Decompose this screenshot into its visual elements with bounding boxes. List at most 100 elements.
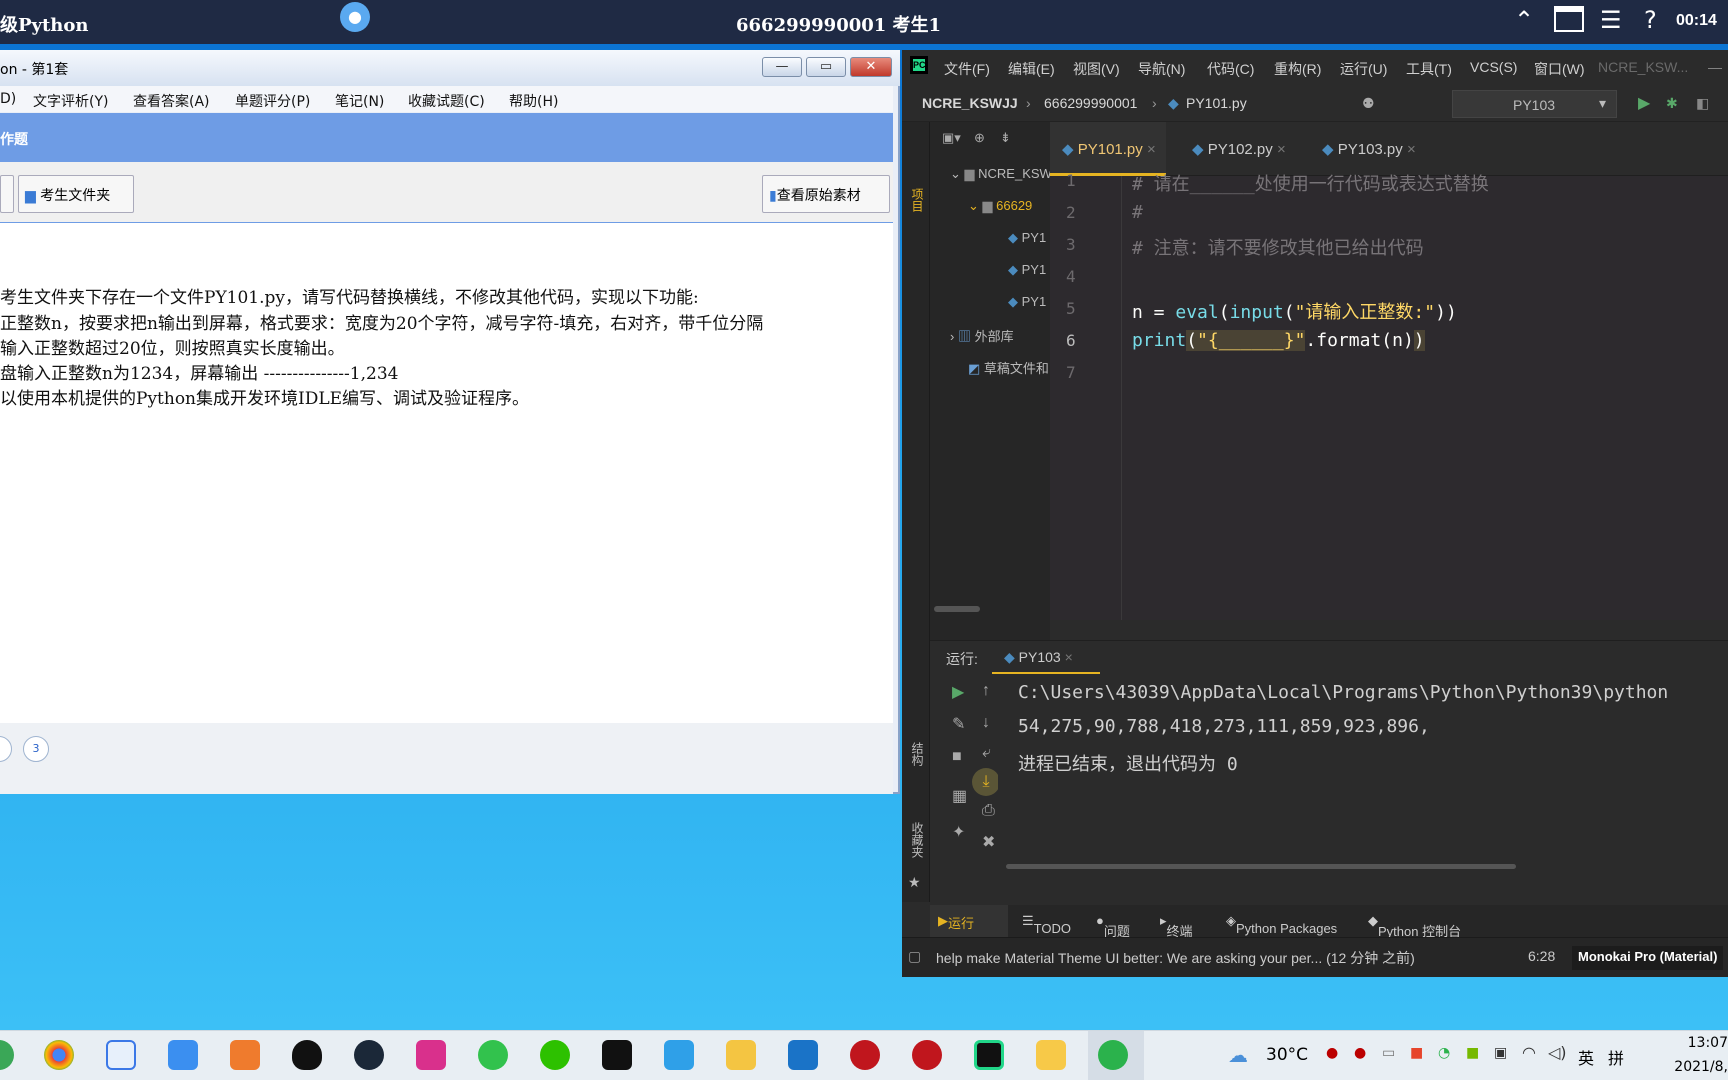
weather-temp[interactable]: 30°C — [1266, 1045, 1308, 1065]
code-editor[interactable]: 1 2 3 4 5 6 7 # 请在______处使用一行代码或表达式替换 # … — [1050, 171, 1728, 620]
stop-icon[interactable]: ■ — [952, 748, 962, 766]
office-icon[interactable] — [230, 1040, 260, 1070]
menu-tools[interactable]: 工具(T) — [1406, 59, 1452, 79]
locate-icon[interactable]: ⊕ — [974, 130, 985, 146]
scroll-to-end-icon[interactable]: ⤓ — [972, 768, 1000, 796]
breadcrumb-project[interactable]: NCRE_KSWJJ — [922, 95, 1018, 111]
wifi-icon[interactable]: ◠ — [1522, 1043, 1536, 1062]
scroll-up-icon[interactable]: ↑ — [982, 682, 990, 700]
wechat-icon[interactable] — [540, 1040, 570, 1070]
steam-icon[interactable] — [354, 1040, 384, 1070]
trash-icon[interactable]: ✖ — [982, 832, 995, 852]
menu-vcs[interactable]: VCS(S) — [1470, 59, 1517, 75]
tree-folder-item[interactable]: ⌄ ▆ 66629 — [968, 198, 1032, 214]
menu-item[interactable]: D) — [0, 91, 16, 107]
run-console[interactable]: C:\Users\43039\AppData\Local\Programs\Py… — [998, 674, 1728, 904]
tab-py101[interactable]: ◆ PY101.py × — [1050, 122, 1166, 176]
app-icon[interactable] — [0, 1040, 14, 1070]
tree-external-libs[interactable]: › ▥ 外部库 — [950, 326, 1014, 345]
tray-record-icon[interactable]: ● — [1326, 1045, 1338, 1061]
account-icon[interactable]: ⚉ — [1362, 95, 1375, 112]
tray-monitor-icon[interactable]: ▣ — [1494, 1045, 1507, 1061]
pycharm-taskbar-icon[interactable] — [974, 1040, 1004, 1070]
wrench-icon[interactable]: ✎ — [952, 714, 965, 734]
view-material-button[interactable]: ▮查看原始素材 — [762, 175, 890, 213]
close-tab-icon[interactable]: × — [1065, 649, 1073, 665]
send-icon[interactable] — [416, 1040, 446, 1070]
close-tab-icon[interactable]: × — [1147, 141, 1156, 158]
layout-icon[interactable]: ▦ — [952, 786, 967, 806]
close-tab-icon[interactable]: × — [1277, 141, 1286, 158]
profile-icon[interactable]: ◧ — [1696, 95, 1709, 112]
maximize-button[interactable]: ▭ — [806, 57, 846, 77]
tray-record-icon[interactable]: ● — [1354, 1045, 1366, 1061]
soft-wrap-icon[interactable]: ⤶ — [982, 744, 991, 762]
tab-py103[interactable]: ◆ PY103.py × — [1310, 122, 1426, 176]
note-icon[interactable] — [788, 1040, 818, 1070]
chrome-icon[interactable] — [44, 1040, 74, 1070]
pinwheel-icon[interactable] — [106, 1040, 136, 1070]
bottom-tab-terminal[interactable]: ▸ 终端 — [1160, 913, 1193, 939]
menu-edit[interactable]: 编辑(E) — [1008, 59, 1055, 79]
project-tool-tab[interactable]: 项目 — [909, 188, 926, 212]
page-button[interactable] — [0, 736, 12, 762]
tree-file-item[interactable]: ◆ PY1 — [1008, 294, 1046, 310]
music-icon[interactable] — [478, 1040, 508, 1070]
tree-scratch-item[interactable]: ◩ 草稿文件和 — [968, 358, 1049, 377]
python-idle-icon[interactable] — [726, 1040, 756, 1070]
breadcrumb-folder[interactable]: 666299990001 — [1044, 95, 1137, 111]
ime-pinyin[interactable]: 拼 — [1608, 1045, 1624, 1069]
record-icon[interactable] — [850, 1040, 880, 1070]
menu-item-view-answer[interactable]: 查看答案(A) — [133, 91, 210, 111]
epic-games-icon[interactable] — [602, 1040, 632, 1070]
checklist-icon[interactable]: ☰ — [1600, 6, 1622, 34]
tree-root-item[interactable]: ⌄ ▆ NCRE_KSW — [950, 166, 1052, 182]
clock-time[interactable]: 13:07 — [1664, 1035, 1728, 1051]
bottom-tab-problems[interactable]: ● 问题 — [1096, 913, 1130, 939]
run-icon[interactable]: ▶ — [1638, 93, 1650, 113]
menu-item-favorites[interactable]: 收藏试题(C) — [408, 91, 485, 111]
menu-item-text-review[interactable]: 文字评析(Y) — [33, 91, 108, 111]
qq-icon[interactable] — [292, 1040, 322, 1070]
bottom-tab-console[interactable]: ◆ Python 控制台 — [1368, 913, 1461, 939]
breadcrumb-file[interactable]: PY101.py — [1186, 95, 1247, 111]
menu-run[interactable]: 运行(U) — [1340, 59, 1387, 79]
tree-file-item[interactable]: ◆ PY1 — [1008, 262, 1046, 278]
scroll-down-icon[interactable]: ↓ — [982, 714, 990, 732]
menu-item-notes[interactable]: 笔记(N) — [335, 91, 384, 111]
print-icon[interactable]: ⎙ — [982, 802, 995, 820]
tab-py102[interactable]: ◆ PY102.py × — [1180, 122, 1296, 176]
user-avatar-icon[interactable]: ● — [340, 2, 370, 32]
page-button-current[interactable]: 3 — [23, 736, 49, 762]
run-tab-py103[interactable]: ◆ PY103 × — [992, 641, 1100, 675]
caret-position[interactable]: 6:28 — [1528, 948, 1555, 964]
run-config-select[interactable]: PY103 ▾ — [1452, 90, 1617, 118]
menu-item-help[interactable]: 帮助(H) — [509, 91, 558, 111]
bottom-tab-todo[interactable]: ☰ TODO — [1022, 913, 1071, 936]
file-explorer-icon[interactable] — [1036, 1040, 1066, 1070]
play-icon[interactable] — [664, 1040, 694, 1070]
project-view-icon[interactable]: ▣▾ — [942, 130, 961, 146]
volume-icon[interactable]: ◁) — [1548, 1043, 1567, 1062]
menu-refactor[interactable]: 重构(R) — [1274, 59, 1321, 79]
candidate-folder-button[interactable]: ▆ 考生文件夹 — [18, 175, 134, 213]
browser-c-icon[interactable] — [168, 1040, 198, 1070]
favorites-tool-tab[interactable]: 收藏夹 — [909, 822, 926, 858]
tree-scrollbar[interactable] — [934, 606, 980, 612]
status-toggle-icon[interactable]: ▢ — [908, 948, 921, 965]
record-icon[interactable] — [912, 1040, 942, 1070]
clock-date[interactable]: 2021/8, — [1664, 1059, 1728, 1075]
close-tab-icon[interactable]: × — [1407, 141, 1416, 158]
bottom-tab-run[interactable]: ▶ 运行 — [930, 905, 1008, 937]
menu-item-score[interactable]: 单题评分(P) — [235, 91, 310, 111]
minimize-icon[interactable]: — — [1708, 59, 1722, 75]
help-icon[interactable]: ? — [1644, 6, 1657, 34]
window-icon[interactable] — [1554, 6, 1584, 32]
collapse-icon[interactable]: ⌃ — [1514, 6, 1534, 34]
tree-file-item[interactable]: ◆ PY1 — [1008, 230, 1046, 246]
bottom-tab-packages[interactable]: ◈ Python Packages — [1226, 913, 1337, 936]
console-scrollbar[interactable] — [1006, 864, 1516, 869]
pin-icon[interactable]: ✦ — [952, 822, 965, 842]
menu-code[interactable]: 代码(C) — [1207, 59, 1254, 79]
collapse-all-icon[interactable]: ⇟ — [1000, 130, 1011, 146]
